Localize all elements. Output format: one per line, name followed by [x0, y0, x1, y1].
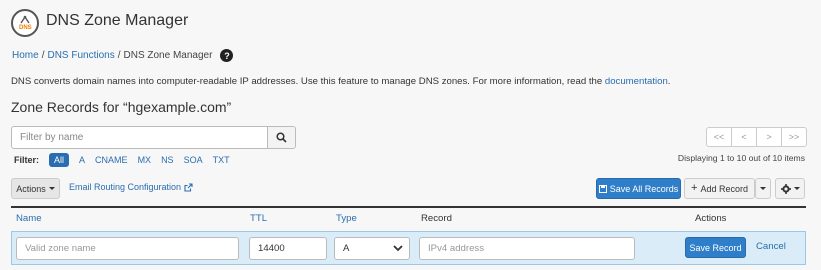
- dns-logo-icon: DNS: [11, 9, 39, 37]
- email-routing-link[interactable]: Email Routing Configuration: [69, 182, 193, 192]
- page-description: DNS converts domain names into computer-…: [11, 76, 670, 87]
- documentation-link[interactable]: documentation: [605, 76, 668, 87]
- name-field[interactable]: Valid zone name: [16, 237, 239, 260]
- pagination-summary: Displaying 1 to 10 out of 10 items: [677, 153, 805, 163]
- next-page-button[interactable]: >: [756, 127, 782, 147]
- logo-text: DNS: [19, 25, 32, 31]
- filter-label: Filter:: [14, 155, 40, 165]
- save-all-label: Save All Records: [609, 183, 679, 194]
- type-select-value: A: [343, 243, 350, 254]
- breadcrumb-separator: /: [117, 50, 121, 61]
- search-input[interactable]: [12, 127, 267, 148]
- chevron-down-icon: [48, 187, 55, 190]
- gear-icon: [780, 183, 791, 194]
- description-text: DNS converts domain names into computer-…: [11, 76, 605, 87]
- column-header-type[interactable]: Type: [336, 213, 357, 224]
- filter-ns[interactable]: NS: [161, 155, 174, 165]
- floppy-disk-icon: [598, 184, 607, 193]
- actions-label: Actions: [16, 183, 46, 194]
- help-icon[interactable]: ?: [220, 49, 234, 62]
- add-record-button[interactable]: + Add Record: [684, 178, 755, 199]
- search-button[interactable]: [267, 127, 295, 148]
- plus-icon: +: [691, 182, 698, 194]
- breadcrumb-home[interactable]: Home: [12, 50, 39, 61]
- page-title: DNS Zone Manager: [46, 12, 189, 29]
- table-top-border: [11, 206, 806, 208]
- save-all-records-button[interactable]: Save All Records: [596, 178, 681, 199]
- chevron-down-icon: [793, 187, 800, 190]
- breadcrumb-dns-functions[interactable]: DNS Functions: [47, 50, 114, 61]
- breadcrumb-separator: /: [41, 50, 45, 61]
- email-routing-label: Email Routing Configuration: [69, 182, 182, 192]
- column-header-ttl[interactable]: TTL: [250, 213, 267, 224]
- search-icon: [276, 132, 287, 143]
- record-field[interactable]: IPv4 address: [419, 237, 635, 260]
- column-header-actions: Actions: [695, 213, 727, 224]
- zone-records-title: Zone Records for “hgexample.com”: [11, 99, 232, 115]
- type-select[interactable]: A: [334, 237, 410, 260]
- filter-a[interactable]: A: [79, 155, 85, 165]
- filter-all[interactable]: All: [49, 153, 70, 167]
- add-record-label: Add Record: [700, 183, 748, 194]
- filter-mx[interactable]: MX: [138, 155, 152, 165]
- filter-search: [11, 126, 296, 149]
- filter-cname[interactable]: CNAME: [95, 155, 128, 165]
- column-header-name[interactable]: Name: [16, 213, 42, 224]
- last-page-button[interactable]: >>: [781, 127, 807, 147]
- breadcrumb: Home / DNS Functions / DNS Zone Manager …: [12, 49, 234, 62]
- description-end: .: [667, 76, 671, 87]
- prev-page-button[interactable]: <: [731, 127, 757, 147]
- pagination: << < > >>: [706, 127, 807, 147]
- external-link-icon: [184, 182, 193, 192]
- add-record-type-dropdown[interactable]: [755, 178, 771, 199]
- actions-dropdown[interactable]: Actions: [11, 178, 60, 199]
- filter-soa[interactable]: SOA: [184, 155, 203, 165]
- first-page-button[interactable]: <<: [706, 127, 732, 147]
- chevron-down-icon: [393, 245, 403, 252]
- cancel-link[interactable]: Cancel: [756, 241, 786, 252]
- record-type-filter: Filter: All A CNAME MX NS SOA TXT: [14, 153, 230, 167]
- save-record-button[interactable]: Save Record: [685, 237, 746, 258]
- chevron-down-icon: [760, 187, 766, 190]
- filter-txt[interactable]: TXT: [213, 155, 230, 165]
- breadcrumb-current: DNS Zone Manager: [123, 50, 213, 61]
- ttl-field[interactable]: 14400: [249, 237, 327, 260]
- column-header-record: Record: [421, 213, 452, 224]
- settings-dropdown[interactable]: [775, 178, 805, 199]
